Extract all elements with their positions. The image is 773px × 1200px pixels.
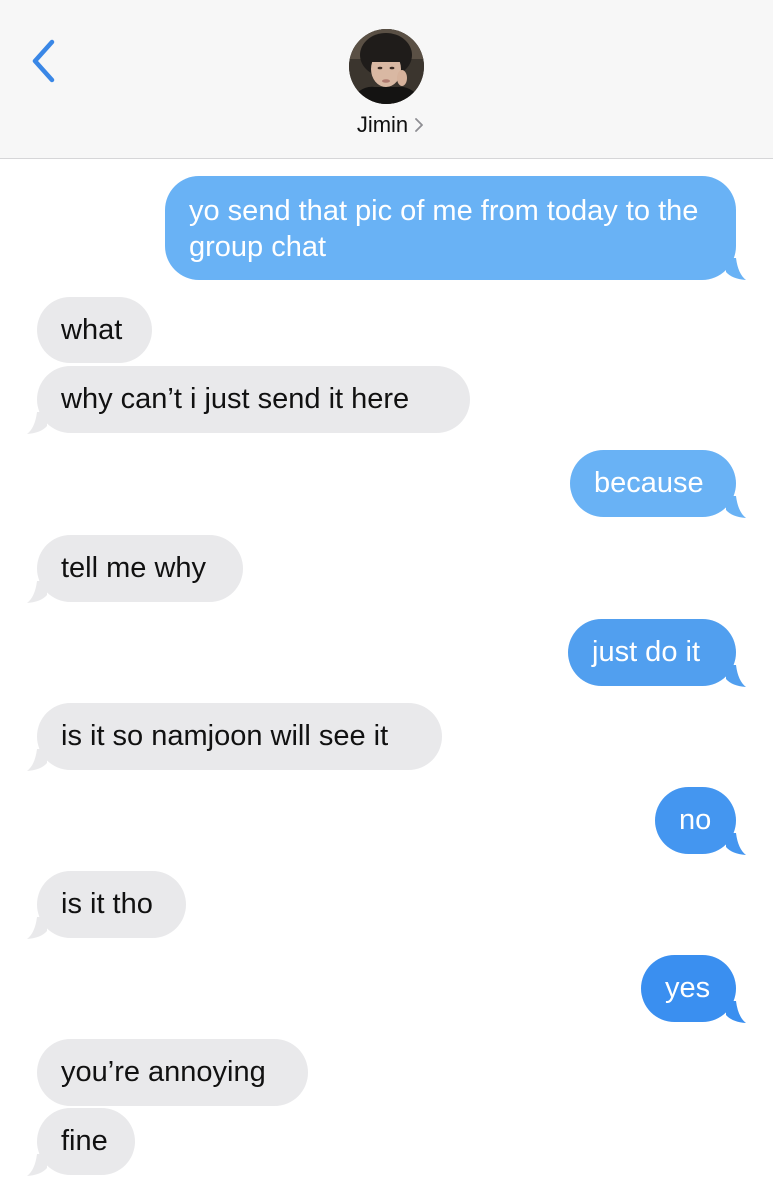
- bubble-tail: [726, 1001, 746, 1023]
- bubble-tail: [27, 917, 47, 939]
- message-text: what: [61, 314, 123, 346]
- contact-info-button[interactable]: Jimin: [0, 0, 773, 158]
- message-text: tell me why: [61, 552, 207, 584]
- bubble-tail: [726, 496, 746, 518]
- conversation-header: Jimin: [0, 0, 773, 159]
- message-bubble-received[interactable]: why can’t i just send it here: [37, 366, 470, 433]
- message-bubble-sent[interactable]: yes: [641, 955, 736, 1022]
- contact-photo: [349, 29, 424, 104]
- message-text: why can’t i just send it here: [61, 383, 410, 415]
- message-text: yo send that pic of me from today to the…: [189, 195, 699, 263]
- bubble-tail: [726, 258, 746, 280]
- message-bubble-received[interactable]: you’re annoying: [37, 1039, 308, 1106]
- message-text: because: [594, 467, 704, 499]
- messages-screen: Jimin yo send that pic of me from today …: [0, 0, 773, 1200]
- message-text: is it so namjoon will see it: [61, 720, 389, 752]
- message-bubble-received[interactable]: what: [37, 297, 152, 363]
- contact-name: Jimin: [356, 112, 409, 137]
- message-text: is it tho: [61, 888, 153, 920]
- message-text: you’re annoying: [61, 1056, 266, 1088]
- message-bubble-received[interactable]: tell me why: [37, 535, 243, 602]
- chevron-right-icon: [415, 117, 424, 132]
- message-bubble-received[interactable]: fine: [37, 1108, 135, 1175]
- avatar: [349, 29, 424, 104]
- contact-name-row: Jimin: [0, 111, 773, 139]
- bubble-tail: [27, 749, 47, 771]
- bubble-tail: [726, 665, 746, 687]
- bubble-tail: [726, 833, 746, 855]
- message-text: yes: [665, 972, 711, 1004]
- message-bubble-sent[interactable]: yo send that pic of me from today to the…: [165, 176, 736, 280]
- bubble-tail: [27, 1154, 47, 1176]
- message-bubble-sent[interactable]: because: [570, 450, 736, 517]
- message-text: fine: [61, 1125, 108, 1157]
- message-text: just do it: [592, 636, 700, 668]
- message-text: no: [679, 804, 712, 836]
- bubble-tail: [27, 412, 47, 434]
- message-bubble-sent[interactable]: just do it: [568, 619, 736, 686]
- message-bubble-received[interactable]: is it tho: [37, 871, 186, 938]
- message-bubble-received[interactable]: is it so namjoon will see it: [37, 703, 442, 770]
- bubble-tail: [27, 581, 47, 603]
- message-bubble-sent[interactable]: no: [655, 787, 736, 854]
